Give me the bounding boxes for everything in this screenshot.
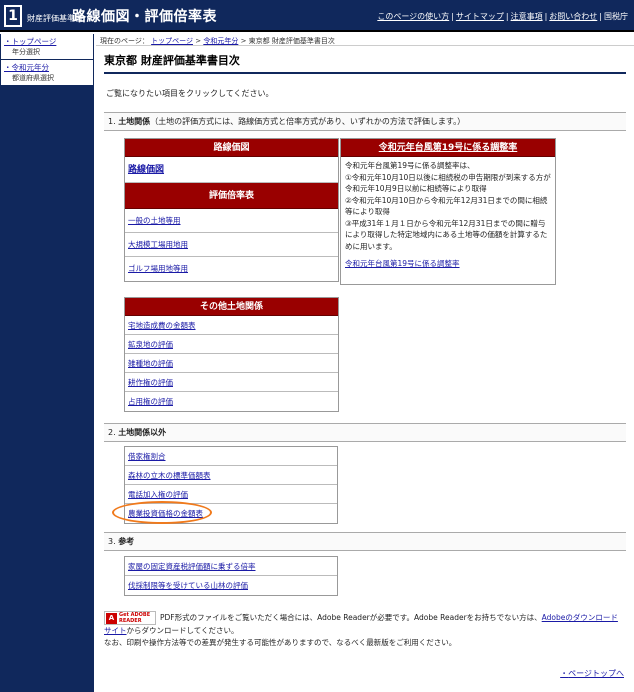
section-3-heading: 3. 参考 — [104, 532, 626, 551]
list-item: 森林の立木の標準価額表 — [125, 466, 337, 485]
nav-how-to-use[interactable]: このページの使い方 — [377, 12, 449, 21]
bairitsu-link-general[interactable]: 一般の土地等用 — [128, 216, 181, 225]
bairitsu-heading: 評価倍率表 — [125, 183, 338, 209]
other-land-link-kosenchi[interactable]: 鉱泉地の評価 — [128, 340, 173, 349]
non-land-box: 借家権割合 森林の立木の標準価額表 電話加入権の評価 農業投資価格の金額表 — [124, 446, 338, 524]
breadcrumb-prefix: 現在のページ： — [100, 37, 149, 45]
list-item: 一般の土地等用 — [125, 209, 338, 233]
breadcrumb-separator: > — [240, 37, 247, 45]
other-land-link-kosakuken[interactable]: 耕作権の評価 — [128, 378, 173, 387]
typhoon-line: ②令和元年10月10日から令和元年12月31日までの間に相続等により取得 — [345, 195, 548, 217]
breadcrumb-current: 東京都 財産評価基準書目次 — [248, 37, 335, 45]
page-top-link[interactable]: ページトップへ — [560, 668, 624, 679]
site-title: 路線価図・評価倍率表 — [72, 9, 217, 25]
section-2-heading: 2. 土地関係以外 — [104, 423, 626, 442]
list-item: 雑種地の評価 — [125, 354, 338, 373]
bairitsu-link-factory[interactable]: 大規模工場用地用 — [128, 240, 188, 249]
other-land-link-senyoken[interactable]: 占用権の評価 — [128, 397, 173, 406]
non-land-link-denwa[interactable]: 電話加入権の評価 — [128, 490, 188, 499]
list-item: 農業投資価格の金額表 — [125, 504, 337, 523]
other-land-heading: その他土地関係 — [125, 298, 338, 316]
other-land-box: その他土地関係 宅地造成費の金額表 鉱泉地の評価 雑種地の評価 耕作権の評価 占… — [124, 297, 339, 412]
list-item: 路線価図 — [125, 157, 338, 183]
non-land-link-shakkaken[interactable]: 借家権割合 — [128, 452, 166, 461]
sidebar-sub-label: 都道府県選択 — [12, 74, 54, 82]
section-title: 参考 — [118, 537, 135, 546]
sidebar-item-top: トップページ 年分選択 — [1, 34, 93, 60]
agency-name: 国税庁 — [604, 12, 628, 21]
breadcrumb-separator: > — [195, 37, 202, 45]
list-item: ゴルフ場用地等用 — [125, 257, 338, 281]
reference-link-kotei[interactable]: 家屋の固定資産税評価額に乗ずる倍率 — [128, 562, 256, 571]
nav-notes[interactable]: 注意事項 — [511, 12, 543, 21]
nav-sitemap[interactable]: サイトマップ — [456, 12, 504, 21]
list-item: 耕作権の評価 — [125, 373, 338, 392]
list-item: 大規模工場用地用 — [125, 233, 338, 257]
reference-box: 家屋の固定資産税評価額に乗ずる倍率 伐採制限等を受けている山林の評価 — [124, 556, 338, 596]
footer-note: A Get ADOBE READER PDF形式のファイルをご覧いただく場合には… — [104, 611, 624, 649]
typhoon-link[interactable]: 令和元年台風第19号に係る調整率 — [345, 258, 551, 270]
sidebar-sub-label: 年分選択 — [12, 48, 40, 56]
section-title: 土地関係以外 — [118, 428, 167, 437]
breadcrumb: 現在のページ： トップページ > 令和元年分 > 東京都 財産評価基準書目次 — [96, 34, 634, 46]
reference-link-bassai[interactable]: 伐採制限等を受けている山林の評価 — [128, 581, 248, 590]
other-land-link-zasshuchi[interactable]: 雑種地の評価 — [128, 359, 173, 368]
typhoon-line: ③平成31年１月１日から令和元年12月31日までの間に贈与により取得した特定地域… — [345, 218, 548, 251]
section-note: （土地の評価方式には、路線価方式と倍率方式があり、いずれかの方法で評価します。） — [150, 117, 466, 126]
main-content: 現在のページ： トップページ > 令和元年分 > 東京都 財産評価基準書目次 東… — [96, 34, 634, 99]
section-number: 3. — [108, 537, 116, 546]
typhoon-line: ①令和元年10月10日以後に相続税の申告期限が到来する方が令和元年10月9日以前… — [345, 172, 551, 194]
nav-contact[interactable]: お問い合わせ — [549, 12, 597, 21]
breadcrumb-link-reiwa[interactable]: 令和元年分 — [203, 37, 238, 45]
section-number: 2. — [108, 428, 116, 437]
site-header: 1 財産評価基準書 路線価図・評価倍率表 このページの使い方 | サイトマップ | 注意… — [0, 0, 634, 32]
typhoon-heading-link[interactable]: 令和元年台風第19号に係る調整率 — [341, 139, 555, 157]
typhoon-line: 令和元年台風第19号に係る調整率は、 — [345, 161, 475, 170]
header-nav: このページの使い方 | サイトマップ | 注意事項 | お問い合わせ | 国税庁 — [377, 12, 628, 21]
typhoon-description: 令和元年台風第19号に係る調整率は、 ①令和元年10月10日以後に相続税の申告期… — [341, 157, 555, 273]
land-valuation-box: 路線価図 路線価図 評価倍率表 一般の土地等用 大規模工場用地用 ゴルフ場用地等… — [124, 138, 339, 282]
non-land-link-ryuboku[interactable]: 森林の立木の標準価額表 — [128, 471, 211, 480]
sidebar: トップページ 年分選択 令和元年分 都道府県選択 — [0, 34, 94, 692]
page-title: 東京都 財産評価基準書目次 — [104, 52, 626, 74]
list-item: 借家権割合 — [125, 447, 337, 466]
intro-text: ご覧になりたい項目をクリックしてください。 — [106, 89, 274, 98]
footer-note-text: PDF形式のファイルをご覧いただく場合には、Adobe Readerが必要です。… — [160, 613, 542, 622]
logo-number-icon: 1 — [4, 5, 22, 27]
footer-note-text-2: なお、印刷や操作方法等での差異が発生する可能性がありますので、なるべく最新版をご… — [104, 638, 457, 647]
section-title: 土地関係 — [118, 117, 151, 126]
list-item: 鉱泉地の評価 — [125, 335, 338, 354]
bairitsu-link-golf[interactable]: ゴルフ場用地等用 — [128, 264, 188, 273]
rosenka-link[interactable]: 路線価図 — [128, 165, 164, 175]
adobe-reader-icon: A — [106, 613, 117, 624]
list-item: 伐採制限等を受けている山林の評価 — [125, 576, 337, 595]
adobe-reader-badge[interactable]: A Get ADOBE READER — [104, 611, 156, 625]
adobe-badge-text: Get ADOBE READER — [119, 612, 151, 624]
sidebar-link-top[interactable]: トップページ — [4, 36, 90, 47]
sidebar-link-reiwa[interactable]: 令和元年分 — [4, 62, 90, 73]
list-item: 家屋の固定資産税評価額に乗ずる倍率 — [125, 557, 337, 576]
breadcrumb-link-top[interactable]: トップページ — [151, 37, 193, 45]
footer-note-text: からダウンロードしてください。 — [126, 626, 239, 635]
non-land-link-nogyo[interactable]: 農業投資価格の金額表 — [128, 509, 203, 518]
list-item: 電話加入権の評価 — [125, 485, 337, 504]
section-number: 1. — [108, 117, 116, 126]
rosenka-heading: 路線価図 — [125, 139, 338, 157]
list-item: 宅地造成費の金額表 — [125, 316, 338, 335]
typhoon-adjustment-box: 令和元年台風第19号に係る調整率 令和元年台風第19号に係る調整率は、 ①令和元… — [340, 138, 556, 285]
other-land-link-zoseihi[interactable]: 宅地造成費の金額表 — [128, 321, 196, 330]
sidebar-item-reiwa: 令和元年分 都道府県選択 — [1, 60, 93, 86]
section-1-heading: 1. 土地関係（土地の評価方式には、路線価方式と倍率方式があり、いずれかの方法で… — [104, 112, 626, 131]
list-item: 占用権の評価 — [125, 392, 338, 411]
